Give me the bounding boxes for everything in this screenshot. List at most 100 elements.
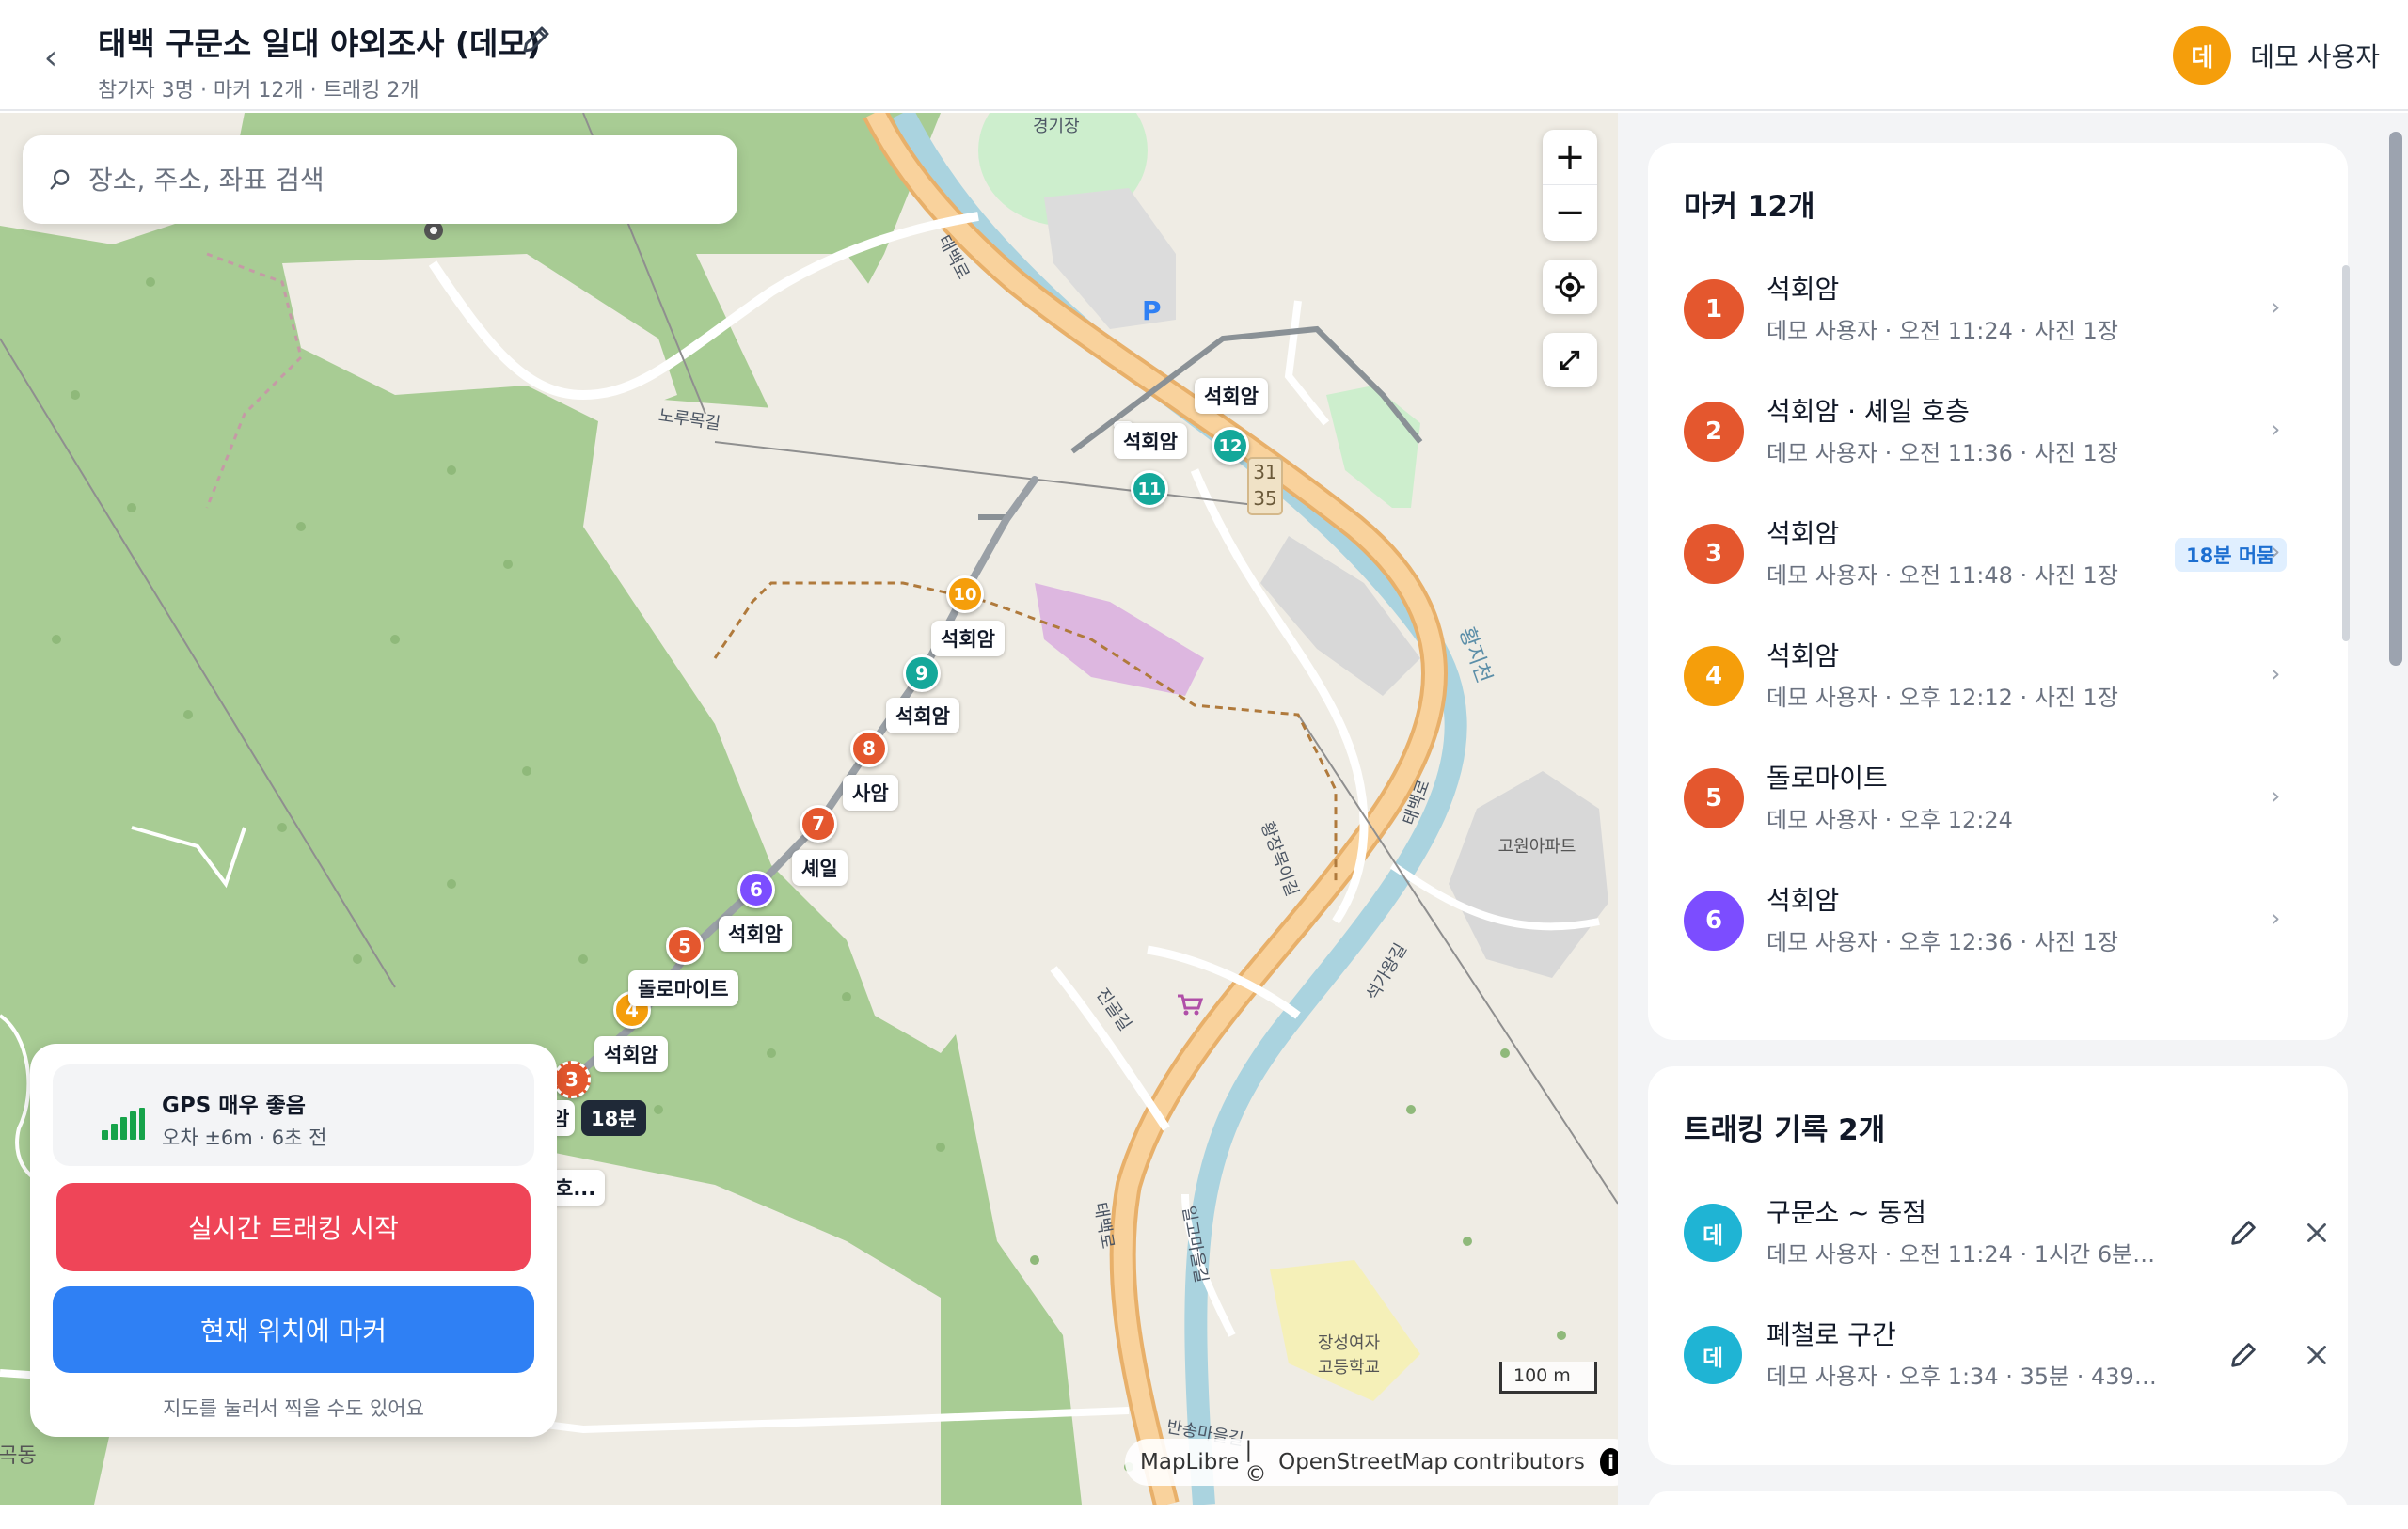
crosshair-icon	[1555, 272, 1585, 302]
tracking-title: 트래킹 기록 2개	[1684, 1113, 1886, 1147]
marker-label: 사암	[843, 775, 898, 811]
marker-list-item[interactable]: 4 석회암 데모 사용자 · 오후 12:12 · 사진 1장 ›	[1648, 623, 2306, 745]
delete-track-button[interactable]	[2301, 1339, 2333, 1371]
route-shield: 31 35	[1247, 457, 1283, 515]
fullscreen-button[interactable]	[1543, 333, 1597, 387]
close-icon	[2307, 1346, 2326, 1364]
osm-link[interactable]: OpenStreetMap	[1278, 1450, 1448, 1474]
add-marker-here-button[interactable]: 현재 위치에 마커	[53, 1286, 534, 1373]
next-card-peek	[1648, 1491, 2348, 1529]
markers-title: 마커 12개	[1684, 190, 1815, 224]
map-marker-7[interactable]: 7	[800, 805, 837, 843]
sidebar: 마커 12개 1 석회암 데모 사용자 · 오전 11:24 · 사진 1장 ›…	[1618, 113, 2408, 1529]
marker-label: 석회암	[931, 621, 1005, 656]
stay-badge: 18분 머뭄	[2175, 538, 2287, 572]
avatar: 데	[1684, 1326, 1742, 1384]
user-name: 데모 사용자	[2250, 41, 2380, 72]
zoom-out-button[interactable]: −	[1543, 184, 1597, 239]
scrollbar-thumb[interactable]	[2389, 132, 2402, 666]
gps-quality: GPS 매우 좋음	[162, 1094, 306, 1118]
edit-track-button[interactable]	[2227, 1217, 2259, 1249]
village-label: 구곡동	[0, 1444, 37, 1468]
chevron-right-icon: ›	[2271, 416, 2281, 444]
marker-number: 5	[1684, 768, 1744, 828]
delete-track-button[interactable]	[2301, 1217, 2333, 1249]
marker-number: 2	[1684, 402, 1744, 462]
project-summary: 참가자 3명 · 마커 12개 · 트래킹 2개	[98, 79, 420, 102]
stadium-label: 경기장	[1033, 117, 1080, 136]
marker-name: 석회암	[1766, 274, 1840, 305]
map-marker-3[interactable]: 3	[553, 1061, 591, 1098]
marker-name: 석회암	[1766, 640, 1840, 671]
map-marker-8[interactable]: 8	[850, 730, 888, 767]
page-scrollbar[interactable]	[2385, 115, 2408, 1505]
shopping-cart-icon	[1176, 993, 1204, 1017]
page-title: 태백 구문소 일대 야외조사 (데모)	[98, 25, 541, 62]
start-tracking-button[interactable]: 실시간 트래킹 시작	[56, 1183, 531, 1271]
minus-icon: −	[1554, 190, 1586, 234]
map-marker-9[interactable]: 9	[903, 654, 941, 692]
gps-panel: GPS 매우 좋음 오차 ±6m · 6초 전 실시간 트래킹 시작 현재 위치…	[30, 1044, 557, 1437]
marker-label: 석회암	[1195, 378, 1268, 414]
map-marker-12[interactable]: 12	[1212, 427, 1249, 465]
marker-label: 석회암	[594, 1036, 668, 1072]
apartment-label: 고원아파트	[1497, 837, 1576, 857]
marker-meta: 데모 사용자 · 오후 12:12 · 사진 1장	[1766, 685, 2118, 711]
marker-list-item[interactable]: 6 석회암 데모 사용자 · 오후 12:36 · 사진 1장 ›	[1648, 867, 2306, 989]
marker-name: 돌로마이트	[1766, 763, 1888, 794]
edit-title-button[interactable]	[519, 23, 553, 56]
marker-meta: 데모 사용자 · 오전 11:36 · 사진 1장	[1766, 440, 2118, 466]
marker-list-item[interactable]: 5 돌로마이트 데모 사용자 · 오후 12:24 ›	[1648, 745, 2306, 867]
avatar: 데	[2173, 26, 2232, 85]
track-list-item[interactable]: 데 구문소 ~ 동점 데모 사용자 · 오전 11:24 · 1시간 6분 · …	[1648, 1179, 2348, 1301]
chevron-right-icon: ›	[2271, 782, 2281, 811]
chevron-right-icon: ›	[2271, 905, 2281, 933]
marker-number: 6	[1684, 891, 1744, 951]
map-attribution: MapLibre | © OpenStreetMap contributors …	[1125, 1438, 1618, 1487]
marker-number: 1	[1684, 279, 1744, 339]
user-menu[interactable]: 데 데모 사용자	[2173, 26, 2380, 85]
stay-duration-badge: 18분	[581, 1100, 646, 1136]
search-icon	[50, 169, 70, 190]
track-name: 폐철로 구간	[1766, 1319, 1896, 1350]
expand-icon	[1560, 350, 1580, 370]
marker-name: 석회암	[1766, 518, 1840, 549]
zoom-controls: + −	[1543, 130, 1597, 241]
marker-list-item[interactable]: 1 석회암 데모 사용자 · 오전 11:24 · 사진 1장 ›	[1648, 256, 2306, 378]
parking-icon: P	[1142, 295, 1162, 326]
marker-meta: 데모 사용자 · 오전 11:48 · 사진 1장	[1766, 562, 2118, 589]
pencil-icon	[2231, 1343, 2256, 1367]
zoom-in-button[interactable]: +	[1543, 130, 1597, 184]
marker-list-item[interactable]: 3 석회암 데모 사용자 · 오전 11:48 · 사진 1장 18분 머뭄 ›	[1648, 500, 2306, 623]
marker-list-item[interactable]: 2 석회암 · 셰일 호층 데모 사용자 · 오전 11:36 · 사진 1장 …	[1648, 378, 2306, 500]
top-header: ‹ 태백 구문소 일대 야외조사 (데모) 참가자 3명 · 마커 12개 · …	[0, 0, 2408, 111]
marker-number: 4	[1684, 646, 1744, 706]
map-marker-10[interactable]: 10	[946, 575, 984, 613]
chevron-right-icon: ›	[2271, 293, 2281, 322]
edit-track-button[interactable]	[2227, 1339, 2259, 1371]
marker-label: 석회암	[886, 698, 959, 733]
marker-meta: 데모 사용자 · 오후 12:36 · 사진 1장	[1766, 929, 2118, 955]
track-meta: 데모 사용자 · 오후 1:34 · 35분 · 439 m	[1766, 1363, 2162, 1390]
map-search-box[interactable]	[23, 135, 737, 224]
track-meta: 데모 사용자 · 오전 11:24 · 1시간 6분 · ...	[1766, 1241, 2162, 1268]
school-label: 장성여자고등학교	[1317, 1333, 1381, 1378]
map-marker-5[interactable]: 5	[666, 927, 704, 965]
marker-label: 석회암	[1114, 423, 1187, 459]
gps-accuracy: 오차 ±6m · 6초 전	[162, 1127, 327, 1149]
locate-me-button[interactable]	[1543, 260, 1597, 314]
maplibre-link[interactable]: MapLibre	[1140, 1450, 1239, 1474]
marker-list-scrollbar[interactable]	[2342, 265, 2350, 641]
map-marker-6[interactable]: 6	[737, 871, 775, 908]
track-list-item[interactable]: 데 폐철로 구간 데모 사용자 · 오후 1:34 · 35분 · 439 m	[1648, 1301, 2348, 1424]
close-icon	[2307, 1223, 2326, 1242]
plus-icon: +	[1554, 135, 1586, 179]
back-button[interactable]: ‹	[32, 38, 70, 79]
info-icon[interactable]: i	[1599, 1448, 1618, 1476]
search-input[interactable]	[88, 164, 690, 196]
map-view[interactable]: 경기장 노루목길 태백로 태백로 태백로 황지천 황장목이길 석가왕길 진골길 …	[0, 113, 1618, 1505]
track-name: 구문소 ~ 동점	[1766, 1197, 1927, 1228]
map-marker-11[interactable]: 11	[1131, 470, 1168, 508]
avatar: 데	[1684, 1204, 1742, 1262]
chevron-right-icon: ›	[2271, 538, 2281, 566]
